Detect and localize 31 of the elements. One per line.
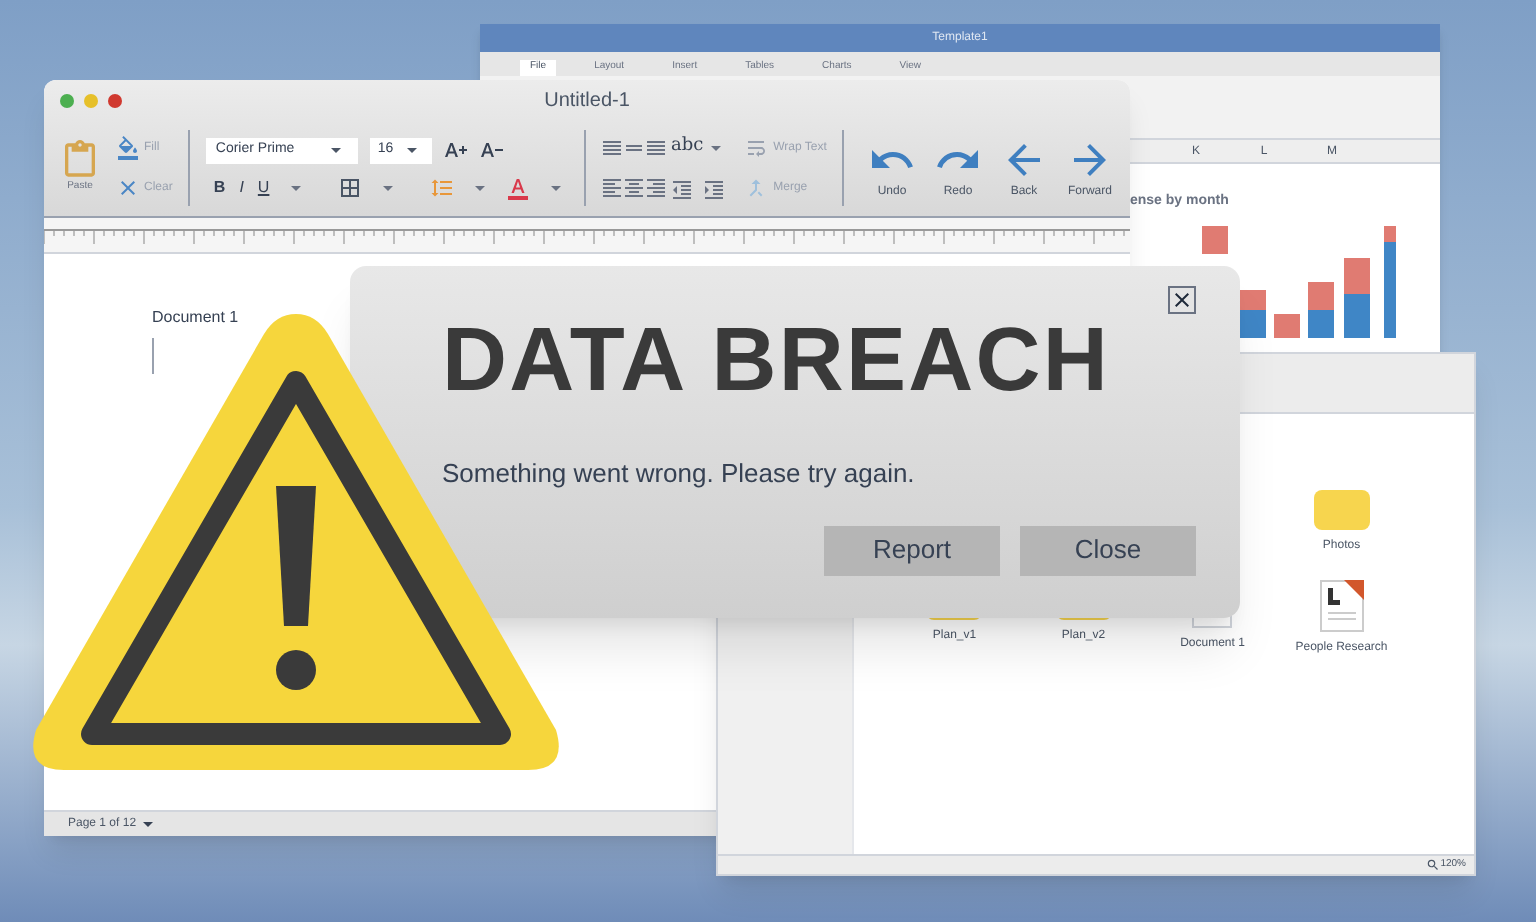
align-top-icon[interactable] — [600, 136, 625, 160]
alert-title: DATA BREACH — [442, 310, 1113, 410]
folder-icon — [1313, 490, 1370, 530]
dialog-button[interactable]: Close — [1020, 525, 1196, 575]
spelling-button[interactable]: abc — [670, 134, 728, 162]
wrap-text-icon — [743, 136, 768, 160]
text-cursor — [152, 338, 154, 374]
clipboard-icon — [60, 140, 100, 181]
underline-button[interactable]: U — [257, 175, 270, 199]
increase-indent-icon[interactable] — [702, 177, 727, 202]
decrease-font-icon[interactable] — [479, 138, 504, 162]
bold-button[interactable]: B — [213, 175, 226, 199]
alert-message: Something went wrong. Please try again. — [442, 456, 917, 492]
align-bottom-icon[interactable] — [644, 136, 669, 160]
clear-icon — [116, 176, 140, 200]
document-heading: Document 1 — [152, 306, 241, 330]
increase-font-icon[interactable] — [443, 138, 468, 162]
align-right-icon[interactable] — [644, 176, 669, 200]
document-letter-icon — [1319, 580, 1364, 632]
text-color-icon[interactable] — [505, 175, 530, 199]
italic-button[interactable]: I — [239, 175, 244, 199]
borders-icon[interactable] — [337, 175, 362, 199]
close-button[interactable] — [1168, 286, 1196, 314]
close-icon — [1170, 288, 1194, 312]
window-title: Untitled-1 — [544, 87, 630, 115]
decrease-indent-icon[interactable] — [670, 177, 695, 202]
align-left-icon[interactable] — [600, 176, 625, 200]
align-center-icon[interactable] — [622, 176, 647, 200]
fill-icon — [116, 136, 140, 160]
search-icon — [1426, 858, 1441, 872]
dialog-button[interactable]: Report — [824, 525, 1000, 575]
